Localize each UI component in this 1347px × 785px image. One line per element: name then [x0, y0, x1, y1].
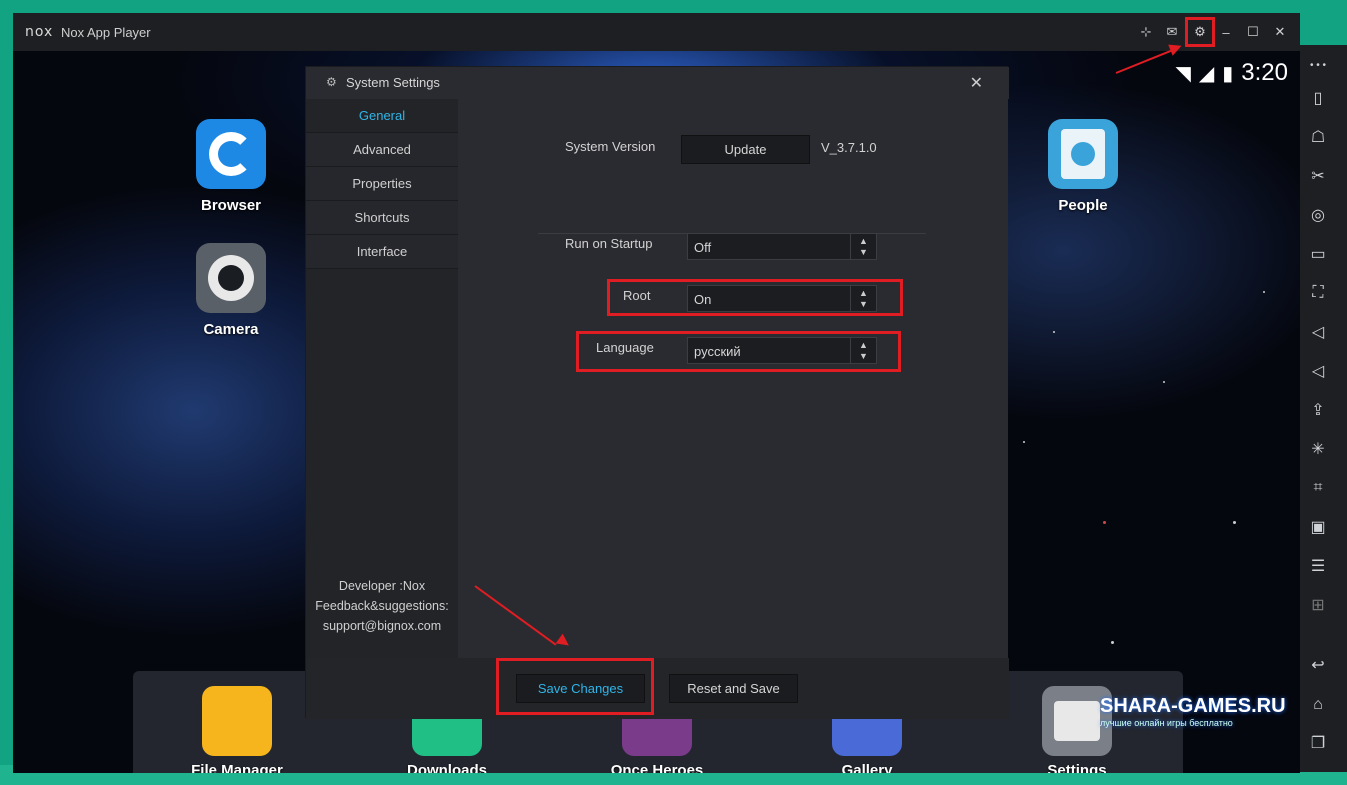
- run-on-startup-label: Run on Startup: [565, 236, 653, 251]
- nav-item-interface[interactable]: Interface: [306, 235, 458, 269]
- people-icon: [1048, 119, 1118, 189]
- highlight-box-language: [576, 331, 901, 372]
- highlight-box-save: [496, 658, 654, 715]
- watermark: SHARA-GAMES.RU лучшие онлайн игры беспла…: [1100, 695, 1286, 728]
- nav-item-properties[interactable]: Properties: [306, 167, 458, 201]
- scissors-icon[interactable]: ✂: [1308, 166, 1328, 186]
- dock-icon-label: File Manager: [191, 762, 283, 773]
- home-icon[interactable]: ⌂: [1308, 695, 1328, 715]
- settings-gear-icon: ⚙: [326, 75, 337, 89]
- dialog-title-bar: ⚙ System Settings ✕: [306, 67, 1009, 99]
- screen-icon[interactable]: ▭: [1308, 244, 1328, 264]
- desktop-icon-label: People: [1058, 197, 1108, 214]
- desktop-icon-label: Browser: [200, 197, 262, 214]
- shake-icon[interactable]: ▯: [1308, 88, 1328, 108]
- app-title: Nox App Player: [61, 25, 151, 40]
- system-settings-dialog: ⚙ System Settings ✕ General Advanced Pro…: [305, 66, 1009, 719]
- support-email[interactable]: support@bignox.com: [306, 616, 458, 636]
- dock-icon-label: Settings: [1047, 762, 1107, 773]
- run-on-startup-select[interactable]: Off ▲ ▼: [687, 233, 877, 260]
- minimize-icon[interactable]: –: [1215, 21, 1237, 43]
- android-status-bar: ◥ ◢ ▮ 3:20: [1175, 59, 1288, 87]
- volume-up-icon[interactable]: ◁: [1308, 322, 1328, 342]
- desktop-icon-label: Camera: [203, 321, 259, 338]
- dock-icon-file-manager[interactable]: File Manager: [187, 686, 287, 773]
- wifi-icon: ◥: [1175, 62, 1191, 85]
- settings-content: System Version Update V_3.7.1.0 Run on S…: [458, 99, 1008, 658]
- back-icon[interactable]: ↩: [1308, 655, 1328, 675]
- feedback-text: Feedback&suggestions:: [315, 599, 449, 613]
- watermark-subtext: лучшие онлайн игры бесплатно: [1100, 718, 1233, 728]
- multi-instance-icon[interactable]: ☰: [1308, 556, 1328, 576]
- camera-icon: [196, 243, 266, 313]
- update-button[interactable]: Update: [681, 135, 810, 164]
- developer-text: Developer :Nox: [338, 579, 426, 593]
- nox-toolbar: • • • ▯ ☖ ✂ ◎ ▭ ⛶ ◁ ◁ ⇪ ✳ ⌗ ▣ ☰ ⊞ ↩ ⌂ ❐: [1300, 45, 1347, 772]
- dialog-footer: Save Changes Reset and Save: [306, 658, 1009, 719]
- desktop-icon-people[interactable]: People: [1033, 119, 1133, 214]
- version-text: V_3.7.1.0: [821, 140, 877, 155]
- signal-icon: ◢: [1198, 62, 1215, 85]
- maximize-icon[interactable]: ☐: [1242, 21, 1264, 43]
- dock-icon-label: Gallery: [841, 762, 893, 773]
- browser-icon: [196, 119, 266, 189]
- nox-logo: nox: [25, 24, 54, 40]
- apk-icon[interactable]: ⇪: [1308, 400, 1328, 420]
- desktop-icon-browser[interactable]: Browser: [181, 119, 281, 214]
- volume-down-icon[interactable]: ◁: [1308, 361, 1328, 381]
- record-icon[interactable]: ▣: [1308, 517, 1328, 537]
- robot-icon[interactable]: ☖: [1308, 127, 1328, 147]
- system-version-label: System Version: [565, 139, 656, 154]
- nav-item-advanced[interactable]: Advanced: [306, 133, 458, 167]
- highlight-box-gear: [1185, 17, 1215, 47]
- location-icon[interactable]: ◎: [1308, 205, 1328, 225]
- loading-icon[interactable]: ✳: [1308, 439, 1328, 459]
- nav-item-shortcuts[interactable]: Shortcuts: [306, 201, 458, 235]
- select-value: Off: [694, 240, 712, 255]
- chevron-up-down-icon: ▲ ▼: [850, 234, 876, 259]
- nav-item-general[interactable]: General: [306, 99, 458, 133]
- settings-nav: General Advanced Properties Shortcuts In…: [306, 99, 458, 658]
- close-icon[interactable]: ✕: [1269, 21, 1291, 43]
- dock-icon-label: Once Heroes: [610, 762, 704, 773]
- reset-and-save-button[interactable]: Reset and Save: [669, 674, 798, 703]
- fullscreen-icon[interactable]: ⛶: [1308, 283, 1328, 303]
- desktop-icon-camera[interactable]: Camera: [181, 243, 281, 338]
- recent-apps-icon[interactable]: ❐: [1308, 733, 1328, 753]
- add-icon[interactable]: ⊞: [1308, 595, 1328, 615]
- pin-icon[interactable]: ⊹: [1135, 21, 1157, 43]
- folder-icon: [202, 686, 272, 756]
- battery-icon: ▮: [1222, 62, 1234, 85]
- more-icon[interactable]: • • •: [1308, 55, 1328, 75]
- dock-icon-label: Downloads: [406, 762, 487, 773]
- macro-icon[interactable]: ⌗: [1308, 478, 1328, 498]
- title-bar[interactable]: nox Nox App Player ⊹ ✉ ⚙ – ☐ ✕: [13, 13, 1300, 51]
- dialog-title: System Settings: [346, 75, 440, 90]
- watermark-text: SHARA-GAMES.RU: [1100, 695, 1286, 717]
- mail-icon[interactable]: ✉: [1161, 21, 1183, 43]
- highlight-box-root: [607, 279, 903, 316]
- dialog-close-icon[interactable]: ✕: [970, 73, 983, 93]
- clock: 3:20: [1241, 59, 1288, 86]
